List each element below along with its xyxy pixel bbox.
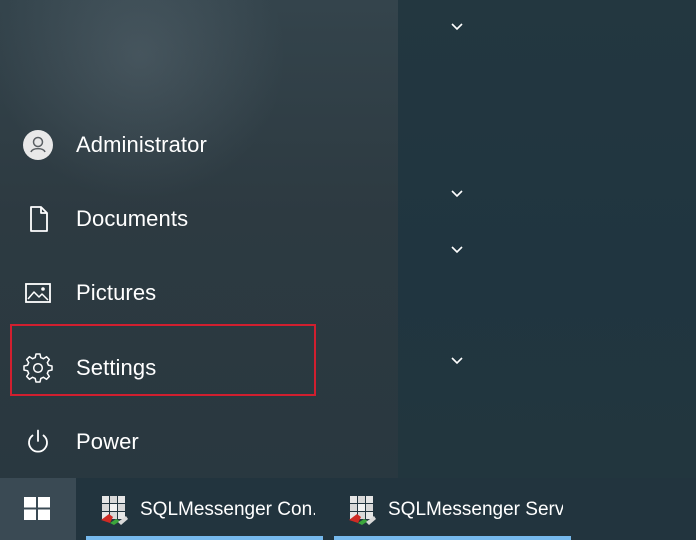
start-menu-administrator-item[interactable]: Administrator	[14, 116, 320, 174]
sqlmessenger-icon	[98, 492, 132, 526]
active-indicator	[86, 536, 323, 540]
documents-label: Documents	[76, 206, 189, 231]
windows-logo-icon	[24, 497, 50, 520]
sqlmessenger-console-label: SQLMessenger Con...	[140, 499, 315, 520]
power-label: Power	[76, 429, 139, 454]
taskbar: SQLMessenger Con... SQLMessenger Serv...	[0, 478, 696, 540]
start-menu: Administrator Documents Pictures Setting…	[0, 0, 696, 478]
start-menu-documents-item[interactable]: Documents	[14, 190, 320, 248]
active-indicator	[334, 536, 571, 540]
sqlmessenger-server-label: SQLMessenger Serv...	[388, 499, 563, 520]
chevron-down-icon[interactable]	[449, 243, 465, 255]
chevron-down-icon[interactable]	[449, 354, 465, 366]
start-menu-tiles-panel	[398, 0, 696, 478]
pictures-label: Pictures	[76, 280, 157, 305]
administrator-label: Administrator	[76, 132, 207, 157]
gear-icon	[22, 352, 54, 384]
sqlmessenger-icon	[346, 492, 380, 526]
start-menu-pictures-item[interactable]: Pictures	[14, 264, 320, 322]
taskbar-app-sqlmessenger-server[interactable]: SQLMessenger Serv...	[334, 478, 571, 540]
start-menu-power-item[interactable]: Power	[14, 413, 320, 471]
power-icon	[22, 426, 54, 458]
document-icon	[22, 203, 54, 235]
user-avatar-icon	[22, 129, 54, 161]
chevron-down-icon[interactable]	[449, 187, 465, 199]
chevron-down-icon[interactable]	[449, 20, 465, 32]
settings-label: Settings	[76, 355, 157, 380]
start-menu-settings-item[interactable]: Settings	[14, 339, 320, 397]
start-button[interactable]	[0, 478, 76, 540]
taskbar-app-sqlmessenger-console[interactable]: SQLMessenger Con...	[86, 478, 323, 540]
pictures-icon	[22, 277, 54, 309]
